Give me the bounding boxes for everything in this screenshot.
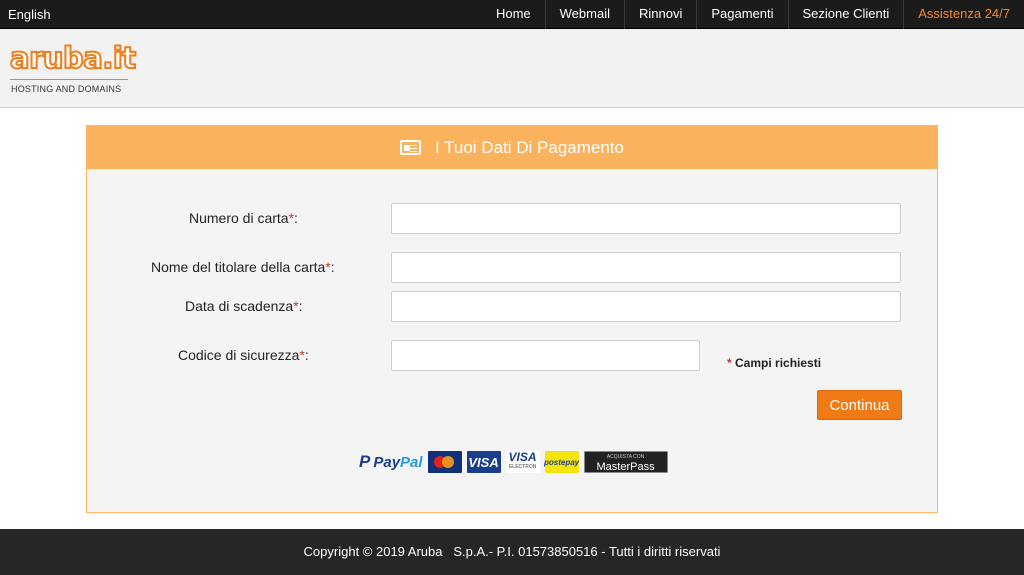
card-number-label: Numero di carta*: [189,210,298,226]
copyright-text: Copyright © 2019 Aruba S.p.A.- P.I. 0157… [303,544,721,559]
language-selector[interactable]: English [8,7,51,22]
logo-tagline: HOSTING AND DOMAINS [11,84,122,94]
visa-logo: VISA [466,451,501,473]
required-fields-note: * Campi richiesti [727,356,821,370]
paypal-pal-text: Pal [400,453,423,471]
logo-wordmark: aruba.it [9,40,137,76]
expiry-label-text: Data di scadenza [185,298,294,314]
required-asterisk: * [727,356,732,370]
nav-sezione-clienti[interactable]: Sezione Clienti [787,0,904,29]
site-header: aruba.it HOSTING AND DOMAINS [0,29,1024,108]
nav-assistenza[interactable]: Assistenza 24/7 [903,0,1024,29]
id-card-icon [400,140,421,155]
expiry-label: Data di scadenza*: [185,298,303,314]
card-number-input[interactable] [391,203,901,234]
masterpass-logo: ACQUISTA CON MasterPass [583,451,668,473]
security-code-input[interactable] [391,340,700,371]
paypal-icon: P [359,452,371,471]
security-code-label: Codice di sicurezza*: [178,347,309,363]
panel-title: I Tuoi Dati Di Pagamento [435,137,624,157]
mastercard-logo [427,451,462,473]
continue-button[interactable]: Continua [817,390,902,420]
paypal-logo: P PayPal [359,452,423,472]
label-colon: : [298,298,303,314]
nav-home[interactable]: Home [482,0,545,29]
nav-rinnovi[interactable]: Rinnovi [623,0,696,29]
logo-divider [10,79,128,80]
label-colon: : [330,259,335,275]
security-code-label-text: Codice di sicurezza [178,347,300,363]
site-footer: Copyright © 2019 Aruba S.p.A.- P.I. 0157… [0,529,1024,575]
panel-header: I Tuoi Dati Di Pagamento [87,126,937,169]
label-colon: : [294,210,298,226]
payment-methods: P PayPal VISA VISA ELECTRON postepay ACQU… [359,450,668,474]
visa-electron-sub: ELECTRON [508,464,537,470]
payment-panel: I Tuoi Dati Di Pagamento Numero di carta… [86,125,938,513]
label-colon: : [304,347,309,363]
nav-pagamenti[interactable]: Pagamenti [696,0,787,29]
paypal-pay-text: Pay [373,453,401,471]
holder-label-text: Nome del titolare della carta [151,259,326,275]
main-nav: Home Webmail Rinnovi Pagamenti Sezione C… [482,0,1024,29]
nav-webmail[interactable]: Webmail [544,0,624,29]
card-number-label-text: Numero di carta [189,210,289,226]
masterpass-text: MasterPass [596,461,655,473]
visa-electron-text: VISA [508,450,537,464]
holder-label: Nome del titolare della carta*: [151,259,335,275]
aruba-logo[interactable]: aruba.it HOSTING AND DOMAINS [9,40,137,97]
required-note-text: Campi richiesti [735,356,822,370]
card-holder-input[interactable] [391,252,901,283]
visa-electron-logo: VISA ELECTRON [505,450,540,473]
postepay-logo: postepay [544,451,579,473]
expiry-date-input[interactable] [391,291,901,322]
top-navigation-bar: English Home Webmail Rinnovi Pagamenti S… [0,0,1024,29]
